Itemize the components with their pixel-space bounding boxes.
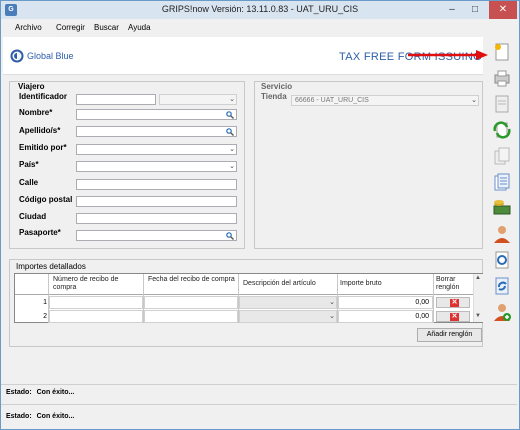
delete-icon: ✕ [450,299,459,307]
minimize-button[interactable]: – [441,1,463,19]
new-form-icon[interactable] [491,41,513,63]
delete-row-button[interactable]: ✕ [436,297,470,308]
calle-input[interactable] [76,179,237,190]
sync-icon[interactable] [491,275,513,297]
importe-bruto-input[interactable]: 0,00 [338,296,433,309]
header-importe-bruto: Importe bruto [340,280,382,287]
search-icon[interactable] [226,232,234,240]
red-arrow-icon [408,50,488,60]
header-borrar-renglon: Borrar renglón [436,276,460,291]
title-bar: G GRIPS!now Versión: 13.11.0.83 - UAT_UR… [1,1,519,19]
search-icon[interactable] [226,128,234,136]
row-number: 1 [43,299,47,306]
importes-table: Número de recibo de compra Fecha del rec… [14,273,483,323]
user-add-icon[interactable] [491,301,513,323]
global-blue-logo [10,49,24,63]
maximize-button[interactable]: □ [464,1,486,19]
delete-row-button[interactable]: ✕ [436,311,470,322]
apellido-input[interactable] [76,126,237,137]
descripcion-select[interactable]: ⌄ [239,296,337,309]
status-label: Estado: [6,413,32,420]
fecha-recibo-input[interactable] [144,296,238,309]
nombre-label: Nombre* [19,108,53,117]
pais-select[interactable]: ⌄ [76,161,237,172]
fecha-recibo-input[interactable] [144,310,238,323]
ciudad-input[interactable] [76,213,237,224]
ciudad-label: Ciudad [19,212,47,221]
pasaporte-input[interactable] [76,230,237,241]
print-icon[interactable] [491,67,513,89]
codigo-postal-input[interactable] [76,196,237,207]
emitido-por-select[interactable]: ⌄ [76,144,237,155]
header-fecha-recibo: Fecha del recibo de compra [148,276,235,283]
right-toolbar [487,39,517,339]
pais-label: País* [19,160,39,169]
logo-text: Global Blue [27,51,74,61]
identificador-input[interactable] [76,94,156,105]
refresh-icon[interactable] [491,119,513,141]
delete-icon: ✕ [450,313,459,321]
menu-corregir[interactable]: Corregir [56,23,85,32]
servicio-title: Servicio [261,82,293,91]
document-icon[interactable] [491,93,513,115]
descripcion-select[interactable]: ⌄ [239,310,337,323]
copy-icon[interactable] [491,145,513,167]
tienda-select: 66666 - UAT_URU_CIS ⌄ [291,95,479,106]
search-icon[interactable] [226,111,234,119]
viajero-panel: Viajero Identificador ⌄ Nombre* Apellido… [9,81,245,249]
status-value: Con éxito... [36,389,75,396]
numero-recibo-input[interactable] [49,310,143,323]
pasaporte-label: Pasaporte* [19,228,61,237]
tienda-label: Tienda [261,92,287,101]
emitido-por-label: Emitido por* [19,143,67,152]
row-number: 2 [43,313,47,320]
menu-ayuda[interactable]: Ayuda [128,23,151,32]
apellido-label: Apellido/s* [19,126,61,135]
status-bar-secondary: Estado: Con éxito... [6,413,74,427]
header-descripcion: Descripción del artículo [243,280,316,287]
status-bar: Estado: Con éxito... [6,389,74,403]
status-label: Estado: [6,389,32,396]
add-row-button[interactable]: Añadir renglón [417,328,482,342]
viajero-title: Viajero [18,82,45,91]
status-value: Con éxito... [36,413,75,420]
close-button[interactable]: ✕ [489,1,517,19]
table-scrollbar[interactable]: ▲ ▼ [473,274,483,322]
numero-recibo-input[interactable] [49,296,143,309]
servicio-panel: Servicio Tienda 66666 - UAT_URU_CIS ⌄ [254,81,483,249]
search-document-icon[interactable] [491,249,513,271]
user-icon[interactable] [491,223,513,245]
codigo-postal-label: Código postal [19,195,73,204]
menu-buscar[interactable]: Buscar [94,23,119,32]
money-icon[interactable] [491,197,513,219]
importe-bruto-input[interactable]: 0,00 [338,310,433,323]
app-window: G GRIPS!now Versión: 13.11.0.83 - UAT_UR… [0,0,520,430]
identificador-type-select: ⌄ [159,94,237,105]
list-icon[interactable] [491,171,513,193]
brand-header: Global Blue TAX FREE FORM ISSUING [3,37,488,75]
table-header: Número de recibo de compra Fecha del rec… [15,274,473,295]
identificador-label: Identificador [19,92,68,101]
calle-label: Calle [19,178,39,187]
menu-archivo[interactable]: Archivo [15,23,42,32]
header-numero-recibo: Número de recibo de compra [53,276,119,291]
importes-title: Importes detallados [16,262,86,271]
menu-bar: Archivo Corregir Buscar Ayuda [3,20,483,36]
nombre-input[interactable] [76,109,237,120]
